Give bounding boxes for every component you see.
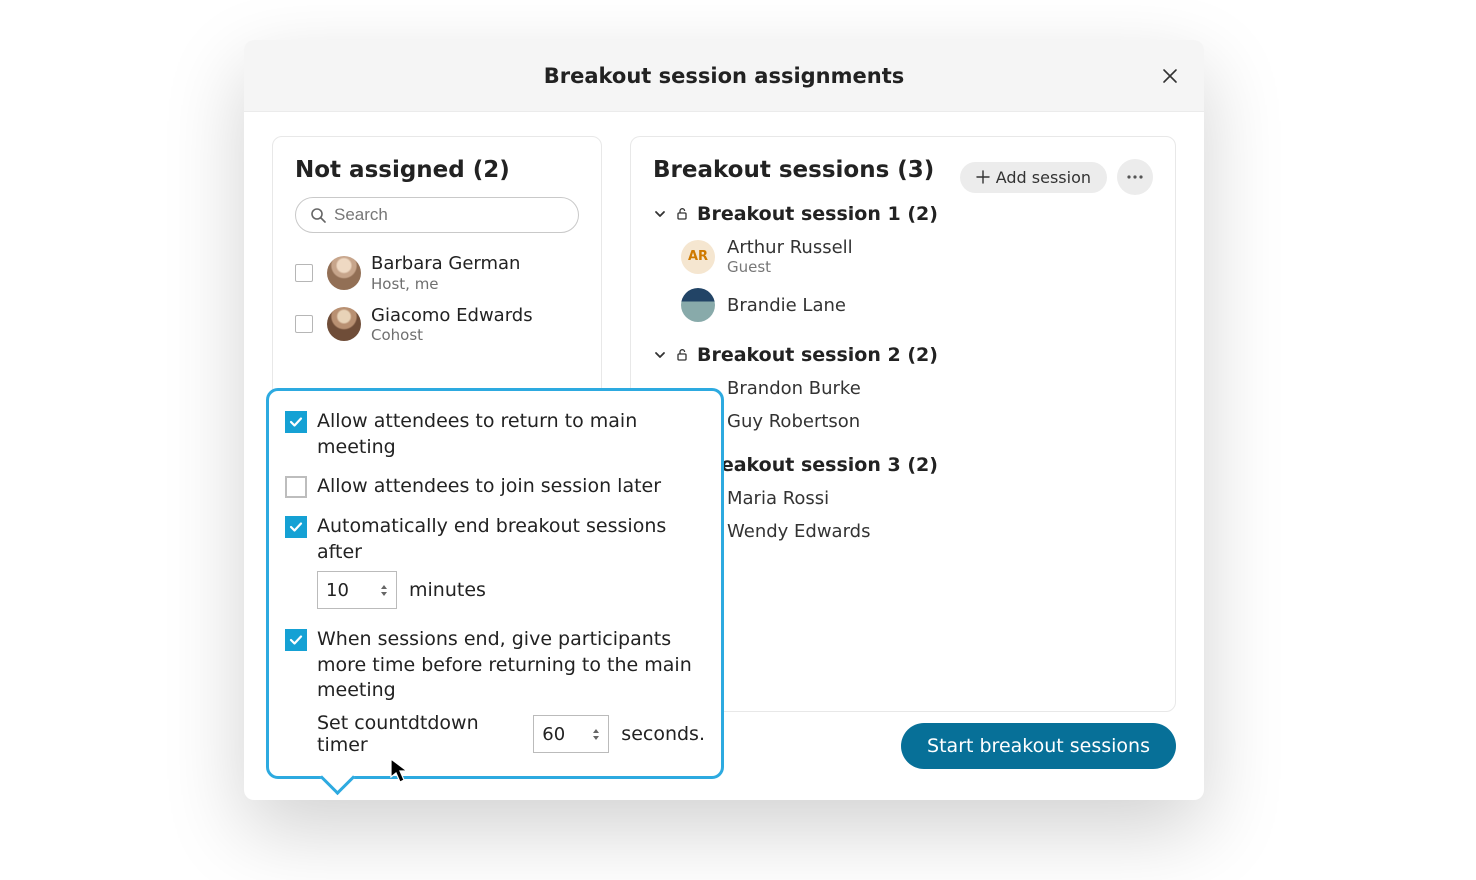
minutes-stepper[interactable]: 10: [317, 571, 397, 609]
countdown-label: Set countdtdown timer: [317, 712, 521, 756]
option-label: Allow attendees to join session later: [317, 474, 661, 500]
auto-end-value-row: 10 minutes: [285, 571, 705, 609]
person-name: Giacomo Edwards: [371, 305, 533, 327]
session-member[interactable]: Guy Robertson: [681, 405, 1153, 438]
checkbox-checked[interactable]: [285, 411, 307, 433]
search-field[interactable]: [295, 197, 579, 233]
check-icon: [289, 633, 303, 647]
close-icon: [1162, 68, 1178, 84]
countdown-value-row: Set countdtdown timer 60 seconds.: [285, 712, 705, 756]
option-countdown[interactable]: When sessions end, give participants mor…: [285, 627, 705, 704]
stepper-arrows-icon[interactable]: [380, 584, 388, 597]
search-icon: [310, 207, 326, 223]
avatar: AR: [681, 240, 715, 274]
minutes-value: 10: [326, 580, 376, 601]
session-toggle[interactable]: Breakout session 2 (2): [653, 338, 1153, 372]
member-role: Guest: [727, 258, 853, 276]
seconds-unit: seconds.: [621, 723, 705, 745]
checkbox-checked[interactable]: [285, 629, 307, 651]
session-member[interactable]: Maria Rossi: [681, 482, 1153, 515]
start-label: Start breakout sessions: [927, 735, 1150, 757]
start-breakout-button[interactable]: Start breakout sessions: [901, 723, 1176, 769]
session-block: Breakout session 1 (2) AR Arthur Russell…: [653, 197, 1153, 328]
member-name: Guy Robertson: [727, 411, 860, 432]
session-toggle[interactable]: Breakout session 1 (2): [653, 197, 1153, 231]
member-name: Brandon Burke: [727, 378, 861, 399]
minutes-unit: minutes: [409, 579, 486, 601]
option-return-main[interactable]: Allow attendees to return to main meetin…: [285, 409, 705, 460]
modal-header: Breakout session assignments: [244, 40, 1204, 112]
member-name: Brandie Lane: [727, 295, 846, 316]
unassigned-row[interactable]: Giacomo Edwards Cohost: [295, 299, 579, 351]
session-title: Breakout session 1 (2): [697, 203, 938, 225]
person-role: Host, me: [371, 275, 520, 293]
avatar: [681, 288, 715, 322]
check-icon: [289, 415, 303, 429]
session-block: Breakout session 3 (2) Maria Rossi Wendy…: [653, 448, 1153, 548]
search-input[interactable]: [334, 205, 564, 225]
unlock-icon: [675, 348, 689, 362]
option-label: When sessions end, give participants mor…: [317, 627, 705, 704]
modal-title: Breakout session assignments: [544, 64, 905, 88]
member-name: Wendy Edwards: [727, 521, 870, 542]
more-icon: [1127, 175, 1143, 179]
seconds-stepper[interactable]: 60: [533, 715, 609, 753]
session-toggle[interactable]: Breakout session 3 (2): [653, 448, 1153, 482]
checkbox[interactable]: [295, 264, 313, 282]
breakout-assignments-modal: Breakout session assignments Not assigne…: [244, 40, 1204, 800]
session-title: Breakout session 3 (2): [697, 454, 938, 476]
plus-icon: [976, 170, 990, 184]
stepper-arrows-icon[interactable]: [592, 728, 600, 741]
chevron-down-icon: [653, 348, 667, 362]
add-session-label: Add session: [996, 168, 1091, 187]
not-assigned-title: Not assigned (2): [295, 157, 579, 183]
option-join-later[interactable]: Allow attendees to join session later: [285, 474, 705, 500]
chevron-down-icon: [653, 207, 667, 221]
seconds-value: 60: [542, 724, 588, 745]
option-label: Automatically end breakout sessions afte…: [317, 514, 705, 565]
session-member[interactable]: Wendy Edwards: [681, 515, 1153, 548]
unlock-icon: [675, 207, 689, 221]
session-member[interactable]: Brandon Burke: [681, 372, 1153, 405]
person-role: Cohost: [371, 326, 533, 344]
checkbox-checked[interactable]: [285, 516, 307, 538]
settings-popover: Allow attendees to return to main meetin…: [266, 388, 724, 779]
unassigned-row[interactable]: Barbara German Host, me: [295, 247, 579, 299]
close-button[interactable]: [1154, 60, 1186, 92]
member-name: Maria Rossi: [727, 488, 829, 509]
checkbox-unchecked[interactable]: [285, 476, 307, 498]
check-icon: [289, 520, 303, 534]
session-title: Breakout session 2 (2): [697, 344, 938, 366]
more-actions-button[interactable]: [1117, 159, 1153, 195]
session-member[interactable]: AR Arthur Russell Guest: [681, 231, 1153, 282]
member-name: Arthur Russell: [727, 237, 853, 258]
session-member[interactable]: Brandie Lane: [681, 282, 1153, 328]
session-block: Breakout session 2 (2) Brandon Burke Guy…: [653, 338, 1153, 438]
avatar: [327, 307, 361, 341]
option-auto-end[interactable]: Automatically end breakout sessions afte…: [285, 514, 705, 565]
add-session-button[interactable]: Add session: [960, 162, 1107, 193]
option-label: Allow attendees to return to main meetin…: [317, 409, 705, 460]
checkbox[interactable]: [295, 315, 313, 333]
avatar: [327, 256, 361, 290]
person-name: Barbara German: [371, 253, 520, 275]
sessions-title: Breakout sessions (3): [653, 157, 934, 183]
avatar-initials: AR: [688, 249, 708, 264]
